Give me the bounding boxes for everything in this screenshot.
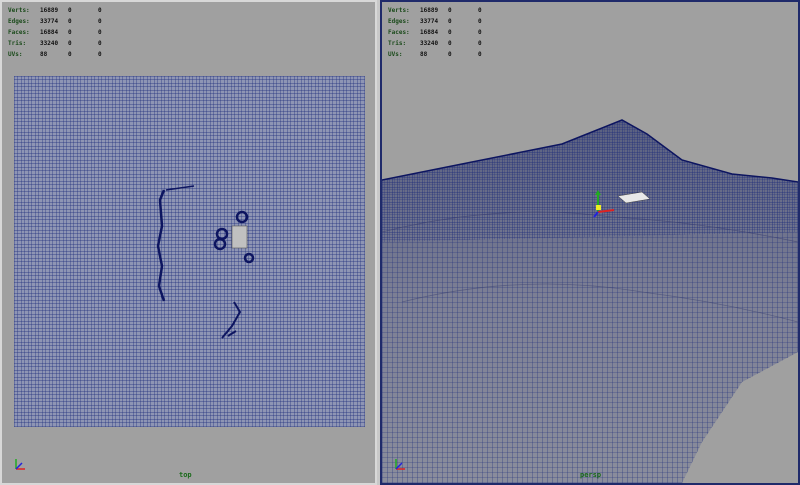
hud-row-uvs: UVs: 88 0 0 — [8, 51, 102, 58]
hud-row-edges: Edges: 33774 0 0 — [8, 18, 102, 25]
move-manipulator-icon[interactable] — [592, 190, 618, 218]
camera-name-label: top — [179, 471, 192, 479]
xyz-axis-icon — [15, 459, 25, 470]
poly-count-hud: Verts: 16889 0 0 Edges: 33774 0 0 Faces:… — [8, 5, 118, 60]
viewport-persp[interactable]: Verts: 16889 0 0 Edges: 33774 0 0 Faces:… — [380, 0, 800, 485]
xyz-axis-icon — [395, 459, 405, 470]
viewport-top[interactable]: Verts: 16889 0 0 Edges: 33774 0 0 Faces:… — [0, 0, 377, 485]
hud-row-tris: Tris: 33240 0 0 — [8, 40, 102, 47]
hud-row-verts: Verts: 16889 0 0 — [8, 7, 102, 14]
hud-row-faces: Faces: 16884 0 0 — [8, 29, 102, 36]
terrain-mesh-persp-view[interactable] — [382, 2, 798, 483]
camera-name-label: persp — [580, 471, 602, 479]
terrain-mesh-top-view[interactable] — [14, 76, 365, 427]
